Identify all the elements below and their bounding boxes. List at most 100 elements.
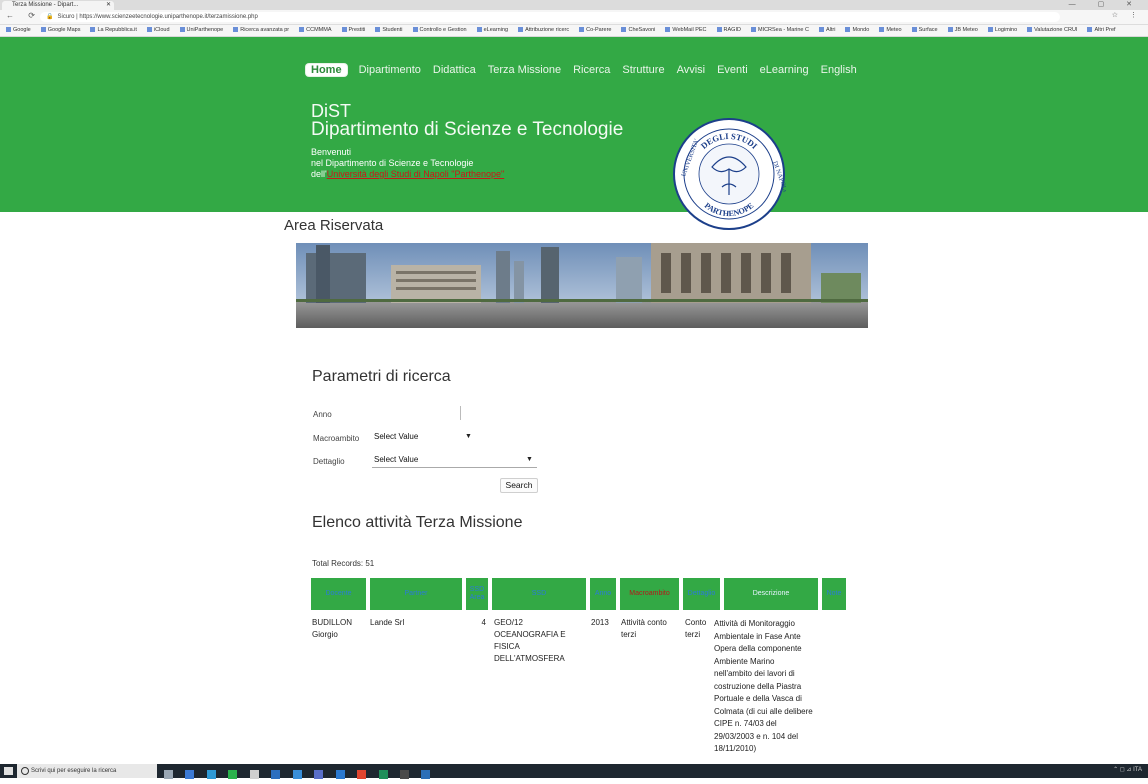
bookmark-icon (375, 27, 381, 33)
cell-ssd-area: 4 (481, 618, 486, 627)
cell-macroambito: Attività conto terzi (621, 618, 667, 639)
bookmark-item[interactable]: Logimino (987, 27, 1018, 33)
bookmark-icon (299, 27, 305, 33)
bookmark-icon (90, 27, 96, 33)
bookmark-item[interactable]: Mondo (845, 27, 869, 33)
taskbar-search-placeholder: Scrivi qui per eseguire la ricerca (31, 768, 117, 774)
windows-taskbar: Scrivi qui per eseguire la ricerca ⌃ ◻ ⊿… (0, 764, 1148, 779)
bookmark-label: CCMMMA (306, 27, 332, 33)
bookmark-icon (518, 27, 524, 33)
site-title: Dipartimento di Scienze e Tecnologie (311, 119, 624, 140)
nav-item-home[interactable]: Home (306, 64, 347, 76)
search-icon (21, 767, 29, 775)
bookmark-icon (987, 27, 993, 33)
windows-start-icon[interactable] (4, 767, 13, 775)
column-header-macroambito[interactable]: Macroambito (620, 578, 679, 610)
bookmark-item[interactable]: WebMail PEC (665, 27, 707, 33)
taskbar-apps (164, 766, 438, 779)
bookmark-item[interactable]: RAGID (716, 27, 741, 33)
column-header-descrizione[interactable]: Descrizione (724, 578, 818, 610)
dettaglio-select[interactable]: Select Value ▼ (372, 455, 537, 468)
browser-tab[interactable]: Terza Missione - Dipart... ✕ (2, 1, 114, 10)
dettaglio-value: Select Value (374, 455, 419, 464)
bookmark-label: Attribuzione ricerc (525, 27, 570, 33)
browser-tabbar: Terza Missione - Dipart... ✕ — ▢ ✕ (0, 0, 1148, 10)
column-header-ssd-area[interactable]: SSD Area (466, 578, 488, 610)
nav-item-terza-missione[interactable]: Terza Missione (488, 64, 561, 76)
nav-item-dipartimento[interactable]: Dipartimento (359, 64, 421, 76)
column-header-dettaglio[interactable]: Dettaglio (683, 578, 720, 610)
column-header-ssd[interactable]: SSD (492, 578, 586, 610)
bookmark-label: JB Meteo (954, 27, 978, 33)
university-link[interactable]: Università degli Studi di Napoli "Parthe… (327, 169, 505, 179)
window-controls[interactable]: — ▢ ✕ (1069, 0, 1142, 8)
bookmark-label: WebMail PEC (672, 27, 707, 33)
url-secure: Sicuro (57, 14, 75, 20)
bookmark-item[interactable]: Co-Parere (579, 27, 611, 33)
bookmark-item[interactable]: eLearning (476, 27, 509, 33)
cell-anno: 2013 (591, 618, 609, 627)
bookmark-label: eLearning (483, 27, 509, 33)
bookmark-label: Google (13, 27, 31, 33)
anno-input[interactable] (370, 406, 461, 420)
area-riservata-title[interactable]: Area Riservata (284, 217, 383, 234)
bookmark-item[interactable]: iCloud (146, 27, 170, 33)
bookmark-item[interactable]: Ricerca avanzata pr (233, 27, 289, 33)
taskbar-search-input[interactable]: Scrivi qui per eseguire la ricerca (17, 764, 157, 778)
bookmark-icon (621, 27, 627, 33)
bookmark-icon (1087, 27, 1093, 33)
nav-item-eventi[interactable]: Eventi (717, 64, 748, 76)
bookmark-item[interactable]: Surface (911, 27, 938, 33)
bookmark-item[interactable]: Controllo e Gestion (412, 27, 467, 33)
bookmark-label: Ricerca avanzata pr (240, 27, 290, 33)
bookmark-item[interactable]: Meteo (879, 27, 902, 33)
nav-item-strutture[interactable]: Strutture (622, 64, 664, 76)
nav-item-ricerca[interactable]: Ricerca (573, 64, 610, 76)
browser-tools[interactable]: ☆ ⋮ (1112, 11, 1142, 19)
bookmark-item[interactable]: CCMMMA (299, 27, 332, 33)
anno-label: Anno (313, 410, 332, 419)
search-button[interactable]: Search (500, 478, 538, 493)
bookmark-label: Google Maps (47, 27, 81, 33)
chevron-down-icon: ▼ (465, 433, 472, 440)
nav-item-english[interactable]: English (821, 64, 857, 76)
bookmark-icon (1027, 27, 1033, 33)
bookmark-label: Meteo (886, 27, 902, 33)
nav-item-didattica[interactable]: Didattica (433, 64, 476, 76)
column-header-anno[interactable]: Anno (590, 578, 616, 610)
bookmark-icon (911, 27, 917, 33)
welcome-line-3: dell'Università degli Studi di Napoli "P… (311, 169, 504, 180)
bookmark-label: MICRSea - Marine C (757, 27, 809, 33)
close-icon[interactable]: ✕ (106, 1, 111, 10)
bookmark-icon (947, 27, 953, 33)
bookmark-item[interactable]: UniParthenope (179, 27, 223, 33)
bookmark-item[interactable]: La Repubblica.it (90, 27, 137, 33)
bookmark-item[interactable]: Altri Pref (1087, 27, 1116, 33)
bookmark-item[interactable]: Valutazione CRUI (1027, 27, 1077, 33)
bookmark-label: Logimino (994, 27, 1018, 33)
bookmark-item[interactable]: Google (6, 27, 31, 33)
bookmark-icon (750, 27, 756, 33)
bookmark-item[interactable]: CheSavoni (621, 27, 655, 33)
column-header-note[interactable]: Note (822, 578, 846, 610)
column-header-docente[interactable]: Docente (311, 578, 366, 610)
column-header-partner[interactable]: Partner (370, 578, 462, 610)
macroambito-select[interactable]: Select Value ▼ (372, 432, 472, 445)
url-input[interactable]: 🔒 Sicuro | https://www.scienzeetecnologie… (40, 12, 1060, 22)
nav-item-avvisi[interactable]: Avvisi (677, 64, 706, 76)
welcome-text: Benvenuti nel Dipartimento di Scienze e … (311, 147, 504, 180)
bookmark-item[interactable]: Studenti (375, 27, 403, 33)
bookmark-icon (579, 27, 585, 33)
bookmark-item[interactable]: Prestiti (341, 27, 365, 33)
bookmark-item[interactable]: JB Meteo (947, 27, 978, 33)
bookmark-item[interactable]: Attribuzione ricerc (518, 27, 569, 33)
nav-item-elearning[interactable]: eLearning (760, 64, 809, 76)
macroambito-label: Macroambito (313, 434, 360, 443)
bookmark-item[interactable]: Google Maps (40, 27, 81, 33)
system-tray[interactable]: ⌃ ◻ ⊿ ITA (1113, 766, 1142, 773)
bookmark-icon (716, 27, 722, 33)
bookmark-item[interactable]: MICRSea - Marine C (750, 27, 809, 33)
bookmark-item[interactable]: Altri (819, 27, 835, 33)
bookmark-icon (146, 27, 152, 33)
bookmark-label: Surface (918, 27, 938, 33)
